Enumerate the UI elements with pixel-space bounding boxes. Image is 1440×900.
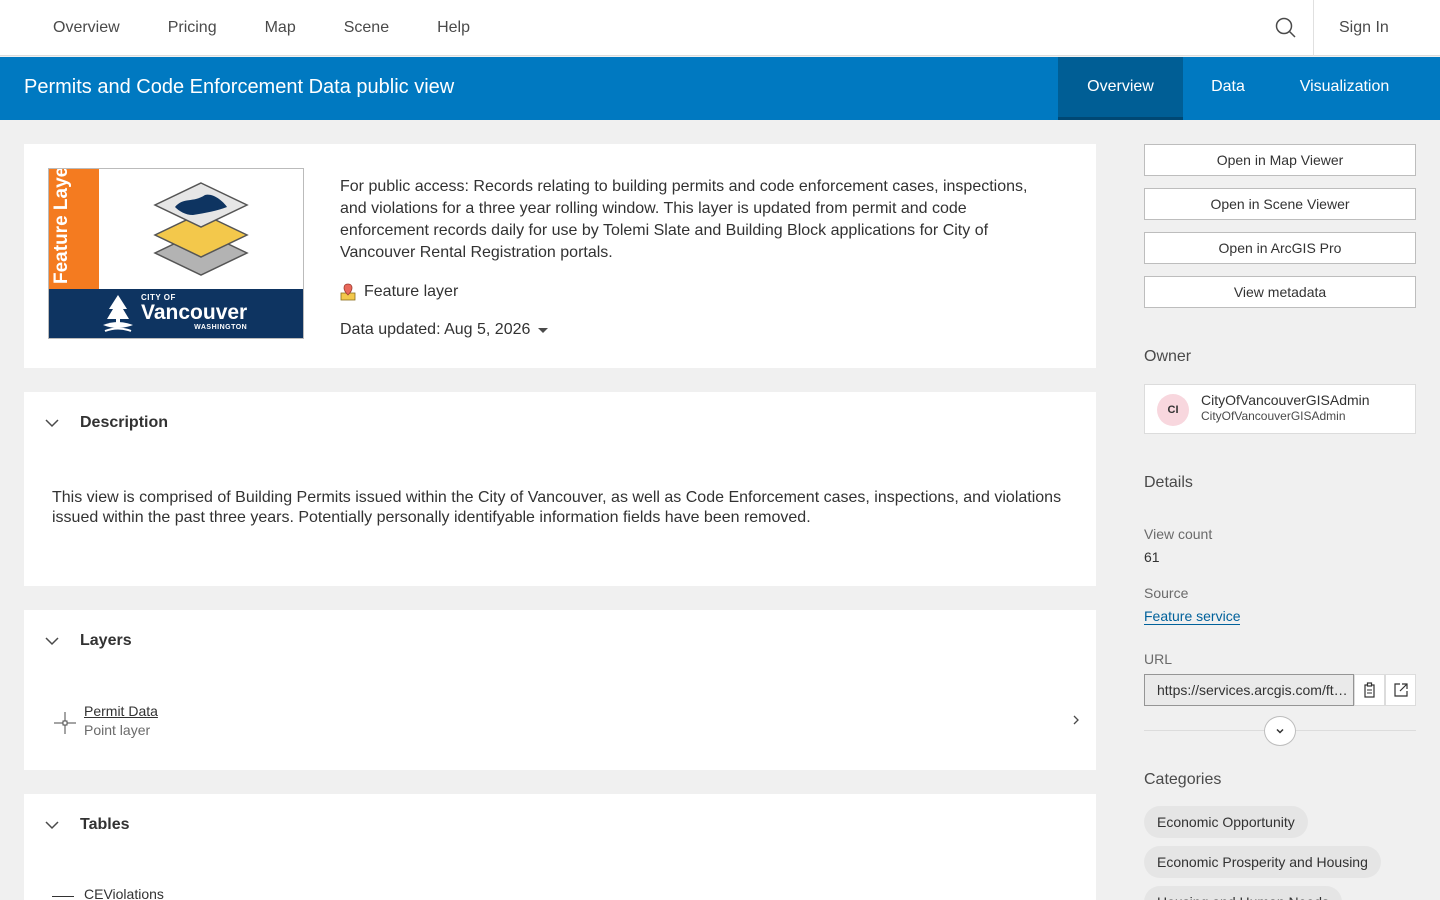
feature-layer-badge: Feature Layer <box>49 169 99 289</box>
copy-icon <box>1363 682 1375 698</box>
badge-text: Feature Layer <box>51 168 72 284</box>
brand-city-name: Vancouver <box>141 301 248 324</box>
external-link-icon <box>1393 683 1408 697</box>
avatar: CI <box>1157 394 1189 426</box>
layers-card: Layers Permit Data Point layer <box>24 610 1096 770</box>
item-type-label: Feature layer <box>364 283 459 300</box>
view-metadata-button[interactable]: View metadata <box>1144 276 1416 308</box>
description-toggle[interactable]: Description <box>44 414 168 432</box>
description-heading: Description <box>80 414 169 431</box>
item-thumbnail: Feature Layer CITY OF Vancouver WASHINGT… <box>48 168 304 339</box>
top-navigation: Overview Pricing Map Scene Help Sign In <box>0 0 1440 56</box>
tab-visualization[interactable]: Visualization <box>1273 57 1416 120</box>
categories-heading: Categories <box>1144 771 1222 788</box>
city-logo-icon <box>103 295 133 332</box>
chevron-down-icon <box>538 327 549 333</box>
description-card: Description This view is comprised of Bu… <box>24 392 1096 586</box>
chevron-down-icon <box>45 419 59 428</box>
page-title: Permits and Code Enforcement Data public… <box>24 76 455 98</box>
brand-state: WASHINGTON <box>194 324 248 331</box>
layers-toggle[interactable]: Layers <box>44 632 132 650</box>
tables-card: Tables CEViolations <box>24 794 1096 900</box>
description-body: This view is comprised of Building Permi… <box>52 489 1062 526</box>
owner-heading: Owner <box>1144 348 1192 365</box>
table-name-link[interactable]: CEViolations <box>84 886 164 900</box>
nav-pricing[interactable]: Pricing <box>144 0 241 56</box>
open-in-scene-viewer-button[interactable]: Open in Scene Viewer <box>1144 188 1416 220</box>
source-link[interactable]: Feature service <box>1144 608 1241 625</box>
copy-url-button[interactable] <box>1354 674 1385 706</box>
tables-heading: Tables <box>80 816 130 833</box>
summary-card: Feature Layer CITY OF Vancouver WASHINGT… <box>24 144 1096 368</box>
layers-heading: Layers <box>80 632 132 649</box>
owner-card[interactable]: CI CityOfVancouverGISAdmin CityOfVancouv… <box>1144 384 1416 434</box>
chevron-down-icon <box>45 821 59 830</box>
item-title-bar: Permits and Code Enforcement Data public… <box>0 57 1440 120</box>
sign-in-link[interactable]: Sign In <box>1339 0 1389 56</box>
tab-overview[interactable]: Overview <box>1058 57 1183 120</box>
city-brand: CITY OF Vancouver WASHINGTON <box>141 293 247 331</box>
layer-name-link[interactable]: Permit Data <box>84 703 158 719</box>
view-count-label: View count <box>1144 526 1213 542</box>
category-chip[interactable]: Economic Prosperity and Housing <box>1144 846 1381 878</box>
item-snippet: For public access: Records relating to b… <box>340 178 1028 261</box>
category-chip[interactable]: Economic Opportunity <box>1144 806 1308 838</box>
search-icon[interactable] <box>1272 14 1300 42</box>
open-url-button[interactable] <box>1385 674 1416 706</box>
table-icon <box>52 896 74 900</box>
url-field[interactable]: https://services.arcgis.com/ftcUPUZtJc5Z… <box>1144 674 1354 706</box>
nav-overview[interactable]: Overview <box>29 0 144 56</box>
chevron-right-icon[interactable] <box>1070 712 1082 728</box>
item-type: Feature layer <box>340 283 458 301</box>
chevron-down-icon <box>45 637 59 646</box>
open-in-arcgis-pro-button[interactable]: Open in ArcGIS Pro <box>1144 232 1416 264</box>
category-chip[interactable]: Housing and Human Needs <box>1144 886 1342 900</box>
nav-scene[interactable]: Scene <box>320 0 413 56</box>
view-count-value: 61 <box>1144 549 1160 565</box>
chevron-down-icon <box>1276 728 1284 734</box>
layer-type: Point layer <box>84 722 151 738</box>
open-in-map-viewer-button[interactable]: Open in Map Viewer <box>1144 144 1416 176</box>
point-layer-icon <box>54 712 76 734</box>
data-updated[interactable]: Data updated: Aug 5, 2026 <box>340 321 549 339</box>
nav-links: Overview Pricing Map Scene Help <box>29 0 494 56</box>
nav-divider <box>1313 0 1314 56</box>
feature-layer-icon <box>340 283 356 301</box>
data-updated-label: Data updated: Aug 5, 2026 <box>340 321 531 338</box>
layer-stack-icon <box>153 182 249 276</box>
nav-help[interactable]: Help <box>413 0 494 56</box>
owner-username: CityOfVancouverGISAdmin <box>1201 409 1346 423</box>
source-label: Source <box>1144 585 1189 601</box>
details-heading: Details <box>1144 474 1193 491</box>
expand-details-button[interactable] <box>1264 716 1296 746</box>
url-label: URL <box>1144 651 1173 667</box>
tab-data[interactable]: Data <box>1183 57 1273 120</box>
nav-map[interactable]: Map <box>241 0 320 56</box>
layer-item[interactable]: Permit Data Point layer <box>52 702 1079 742</box>
owner-full-name: CityOfVancouverGISAdmin <box>1201 392 1370 408</box>
tables-toggle[interactable]: Tables <box>44 816 130 834</box>
